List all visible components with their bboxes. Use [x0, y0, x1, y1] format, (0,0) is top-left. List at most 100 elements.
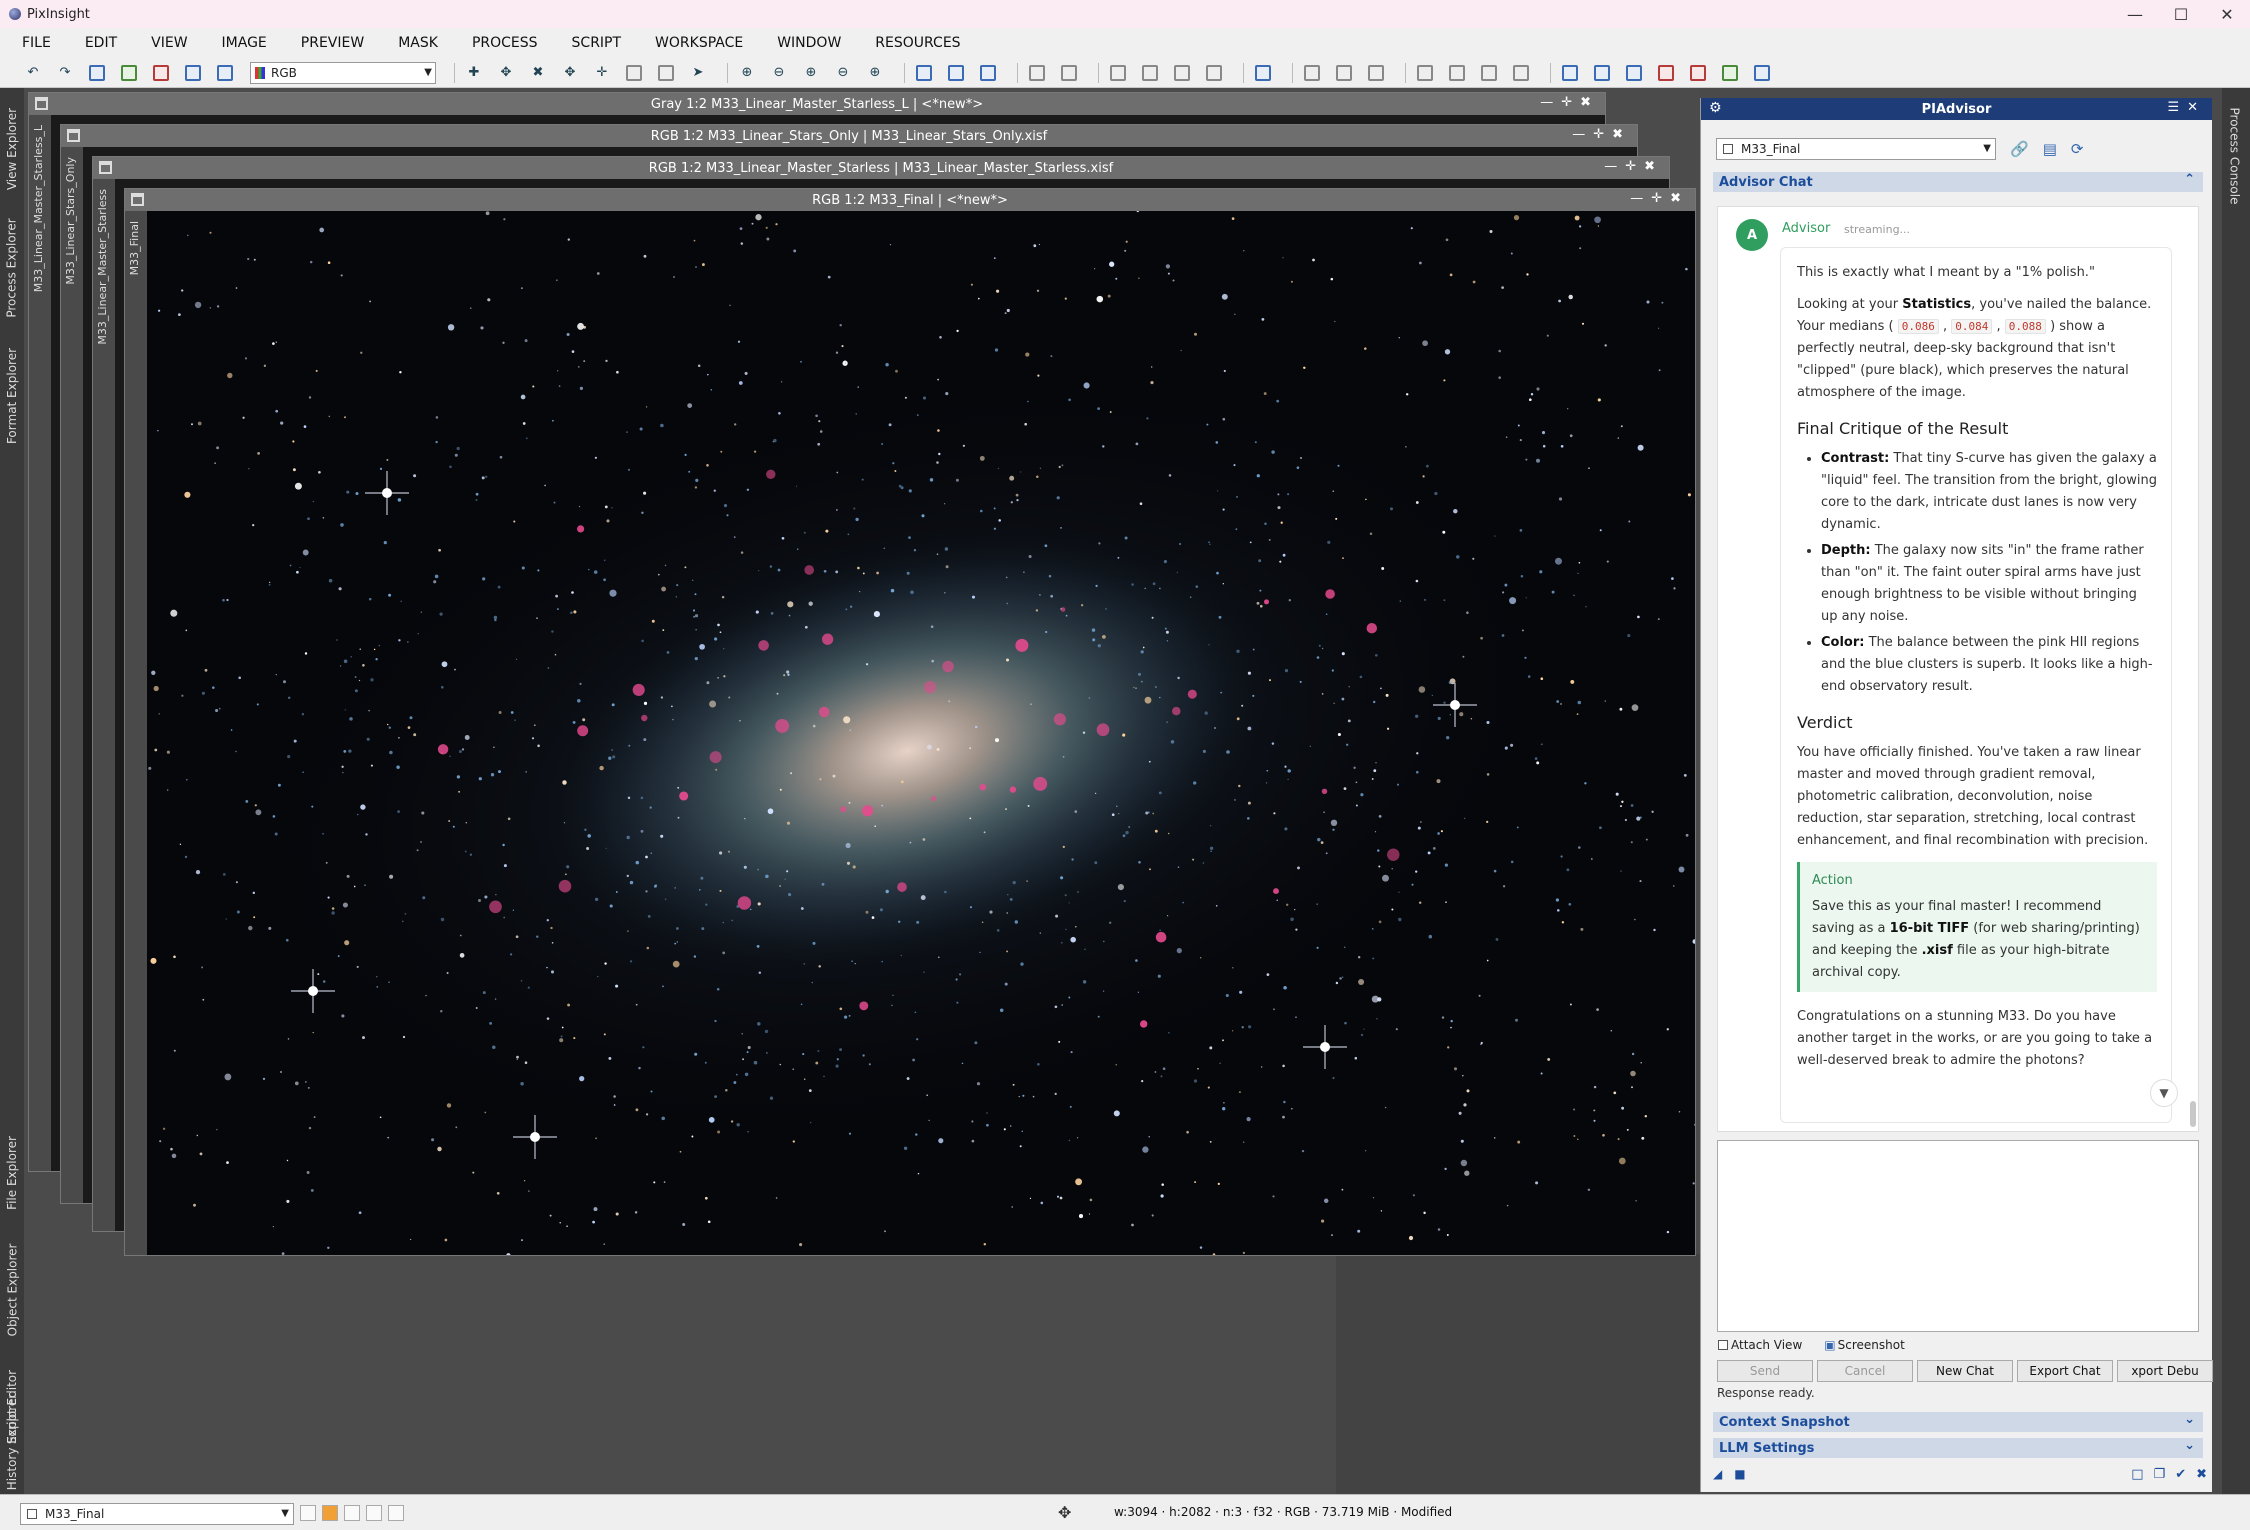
new-image-icon[interactable] [118, 62, 140, 84]
send-button[interactable]: Send [1717, 1360, 1813, 1382]
stf-link-icon[interactable] [1171, 62, 1193, 84]
menu-edit[interactable]: EDIT [85, 35, 117, 51]
refresh-icon[interactable]: ⟳ [2071, 140, 2084, 158]
window-buttons-icon[interactable]: —✛✖ [1572, 127, 1631, 142]
center-icon[interactable]: ✛ [591, 62, 613, 84]
preview-edit-icon[interactable] [945, 62, 967, 84]
monitor-green-icon[interactable] [1719, 62, 1741, 84]
apply-icon[interactable]: ✔ [2175, 1467, 2186, 1482]
zoom-fill-icon[interactable]: ✖ [527, 62, 549, 84]
export-debug-button[interactable]: xport Debu [2117, 1360, 2213, 1382]
copy-icon[interactable]: ❐ [2154, 1467, 2166, 1482]
window-buttons-icon[interactable]: —✛✖ [1630, 191, 1689, 206]
tab-process-console[interactable]: Process Console [2222, 96, 2246, 216]
llm-settings-header[interactable]: LLM Settings ⌄ [1713, 1438, 2203, 1458]
page-icon[interactable] [623, 62, 645, 84]
menu-script[interactable]: SCRIPT [572, 35, 622, 51]
menu-resources[interactable]: RESOURCES [875, 35, 960, 51]
tab-view-explorer[interactable]: View Explorer [0, 94, 24, 204]
layout-3-icon[interactable] [1365, 62, 1387, 84]
advisor-chat-header[interactable]: Advisor Chat ⌃ [1713, 172, 2203, 192]
context-snapshot-header[interactable]: Context Snapshot ⌄ [1713, 1412, 2203, 1432]
zoom-in-icon[interactable]: ⊕ [736, 62, 758, 84]
menu-image[interactable]: IMAGE [222, 35, 267, 51]
export-chat-button[interactable]: Export Chat [2017, 1360, 2113, 1382]
link-icon[interactable]: 🔗 [2010, 140, 2029, 158]
layout-2-icon[interactable] [1333, 62, 1355, 84]
process-icon[interactable] [86, 62, 108, 84]
window-buttons-icon[interactable]: —✛✖ [1540, 95, 1599, 110]
close-icon[interactable]: ✕ [2204, 0, 2250, 28]
stf-reset-icon[interactable] [1203, 62, 1225, 84]
stats-icon[interactable]: ▤ [2043, 140, 2057, 158]
expand-icon[interactable]: ⌄ [2184, 1412, 2195, 1427]
zoom-fit-window-icon[interactable]: ⊕ [864, 62, 886, 84]
mask-show-icon[interactable] [1026, 62, 1048, 84]
channel-select[interactable]: RGB ▼ [250, 61, 436, 84]
camera-icon[interactable]: ▣ [1824, 1338, 1835, 1352]
readout-icon[interactable]: ✚ [463, 62, 485, 84]
panel-buttons-icon[interactable]: ☰✕ [2167, 100, 2206, 115]
tab-object-explorer[interactable]: Object Explorer [0, 1230, 24, 1350]
monitor-red-2-icon[interactable] [1687, 62, 1709, 84]
collapse-icon[interactable]: ⌃ [2184, 172, 2195, 187]
attach-view-label[interactable]: Attach View [1731, 1338, 1802, 1352]
menu-file[interactable]: FILE [22, 35, 51, 51]
undo-icon[interactable]: ↶ [22, 62, 44, 84]
image-canvas[interactable] [147, 211, 1695, 1255]
swatch-icon[interactable] [388, 1505, 404, 1521]
zoom-out-icon[interactable]: ⊖ [768, 62, 790, 84]
save-icon[interactable] [182, 62, 204, 84]
maximize-icon[interactable]: ☐ [2158, 0, 2204, 28]
mask-icon[interactable] [300, 1505, 316, 1521]
monitor-active-icon[interactable] [1591, 62, 1613, 84]
menu-preview[interactable]: PREVIEW [301, 35, 364, 51]
display-channel-icon[interactable] [1252, 62, 1274, 84]
layout-1-icon[interactable] [1301, 62, 1323, 84]
explorer-1-icon[interactable] [1414, 62, 1436, 84]
pan-icon[interactable]: ✥ [559, 62, 581, 84]
swatch-icon[interactable] [366, 1505, 382, 1521]
cancel-button[interactable]: Cancel [1817, 1360, 1913, 1382]
stop-icon[interactable]: ■ [1734, 1467, 1745, 1481]
menu-view[interactable]: VIEW [151, 35, 187, 51]
explorer-4-icon[interactable] [1510, 62, 1532, 84]
view-select[interactable]: M33_Final ▼ [1716, 138, 1996, 160]
mask-invert-icon[interactable] [1058, 62, 1080, 84]
tab-process-explorer[interactable]: Process Explorer [0, 208, 24, 328]
play-icon[interactable]: ◢ [1713, 1467, 1722, 1481]
square-icon[interactable]: □ [2131, 1467, 2143, 1482]
minimize-icon[interactable]: — [2112, 0, 2158, 28]
blue-square-icon[interactable] [214, 62, 236, 84]
chat-input[interactable] [1717, 1140, 2199, 1332]
attach-view-checkbox[interactable] [1718, 1340, 1728, 1350]
zoom-1-2-icon[interactable]: ⊖ [832, 62, 854, 84]
expand-icon[interactable]: ⌄ [2184, 1438, 2195, 1453]
scroll-down-icon[interactable]: ▼ [2150, 1079, 2178, 1107]
preview-new-icon[interactable] [913, 62, 935, 84]
image-window-m33-final[interactable]: RGB 1:2 M33_Final | <*new*> —✛✖ M33_Fina… [124, 188, 1696, 1256]
swatch-icon[interactable] [344, 1505, 360, 1521]
stf-icon[interactable] [1107, 62, 1129, 84]
explorer-2-icon[interactable] [1446, 62, 1468, 84]
menu-workspace[interactable]: WORKSPACE [655, 35, 743, 51]
pointer-icon[interactable]: ➤ [687, 62, 709, 84]
zoom-fit-icon[interactable]: ✥ [495, 62, 517, 84]
menu-mask[interactable]: MASK [398, 35, 438, 51]
menu-process[interactable]: PROCESS [472, 35, 538, 51]
stf-auto-icon[interactable] [1139, 62, 1161, 84]
screenshot-label[interactable]: Screenshot [1838, 1338, 1905, 1352]
explorer-3-icon[interactable] [1478, 62, 1500, 84]
page-edit-icon[interactable] [655, 62, 677, 84]
tab-history-explorer[interactable]: History Explorer [0, 1382, 24, 1502]
tab-file-explorer[interactable]: File Explorer [0, 1118, 24, 1228]
window-buttons-icon[interactable]: —✛✖ [1604, 159, 1663, 174]
monitor-orange-icon[interactable] [1751, 62, 1773, 84]
reset-icon[interactable]: ✖ [2196, 1467, 2207, 1482]
gear-icon[interactable]: ⚙ [1709, 100, 1722, 116]
redo-icon[interactable]: ↷ [54, 62, 76, 84]
chat-scrollbar[interactable] [2190, 1101, 2196, 1127]
tab-format-explorer[interactable]: Format Explorer [0, 336, 24, 456]
color-swatch-icon[interactable] [322, 1505, 338, 1521]
preview-delete-icon[interactable] [977, 62, 999, 84]
